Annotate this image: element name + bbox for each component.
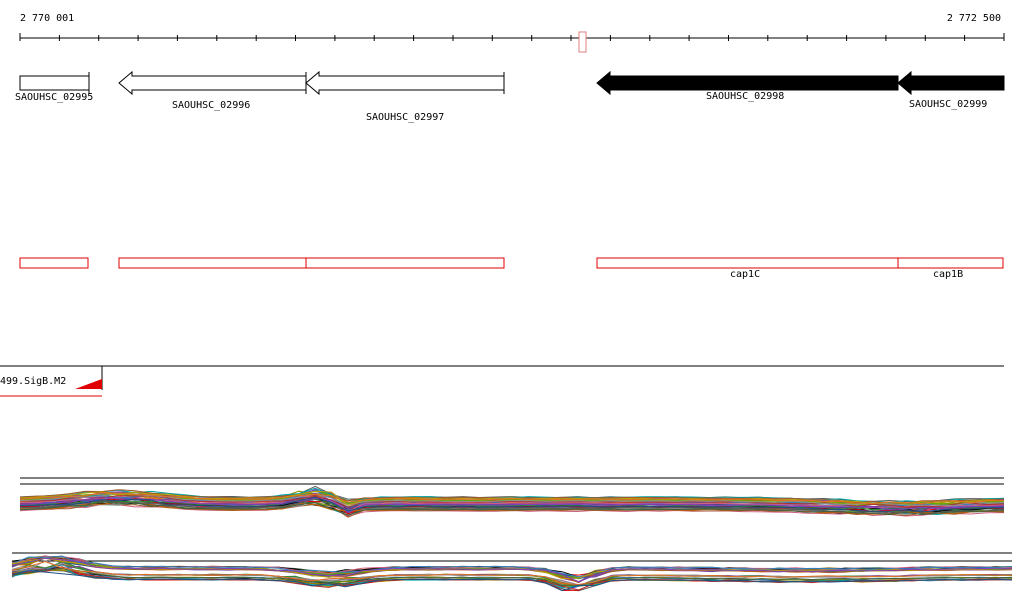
gene-arrow-saouhsc-02997[interactable] [305, 70, 505, 96]
gene-track [19, 70, 1005, 96]
gene-arrow-saouhsc-02995[interactable] [19, 75, 90, 91]
ruler-ticks [19, 33, 1005, 41]
expression-track-1 [19, 477, 1005, 518]
ruler-start-label: 2 770 001 [20, 13, 75, 24]
coordinate-ruler [19, 31, 1005, 53]
gene-label-saouhsc-02996[interactable]: SAOUHSC_02996 [172, 100, 250, 111]
feature-box[interactable] [118, 257, 307, 269]
expression-line [11, 570, 1013, 592]
motif-strength-wedge [75, 379, 102, 389]
feature-box-cap1c[interactable] [596, 257, 899, 269]
expression-line [11, 555, 1013, 578]
gene-label-saouhsc-02997[interactable]: SAOUHSC_02997 [366, 112, 444, 123]
expression-track-2 [11, 552, 1013, 592]
feature-label-cap1c[interactable]: cap1C [730, 269, 760, 280]
feature-label-cap1b[interactable]: cap1B [933, 269, 963, 280]
gene-label-saouhsc-02995[interactable]: SAOUHSC_02995 [15, 92, 93, 103]
feature-box[interactable] [19, 257, 89, 269]
ruler-end-label: 2 772 500 [946, 13, 1001, 24]
feature-box[interactable] [305, 257, 505, 269]
genome-browser-view[interactable]: 2 770 001 2 772 500 SAOUHSC_02995 SAOUHS… [0, 0, 1024, 611]
motif-track-label[interactable]: 499.SigB.M2 [0, 376, 66, 387]
motif-track [0, 365, 1004, 397]
gene-arrow-saouhsc-02999[interactable] [897, 70, 1005, 96]
track-canvas[interactable] [0, 0, 1024, 611]
feature-track [19, 257, 1004, 269]
expression-lines [19, 485, 1005, 518]
gene-label-saouhsc-02998[interactable]: SAOUHSC_02998 [706, 91, 784, 102]
gene-label-saouhsc-02999[interactable]: SAOUHSC_02999 [909, 99, 987, 110]
position-marker[interactable] [578, 31, 587, 53]
feature-box-cap1b[interactable] [897, 257, 1004, 269]
gene-arrow-saouhsc-02996[interactable] [118, 70, 307, 96]
